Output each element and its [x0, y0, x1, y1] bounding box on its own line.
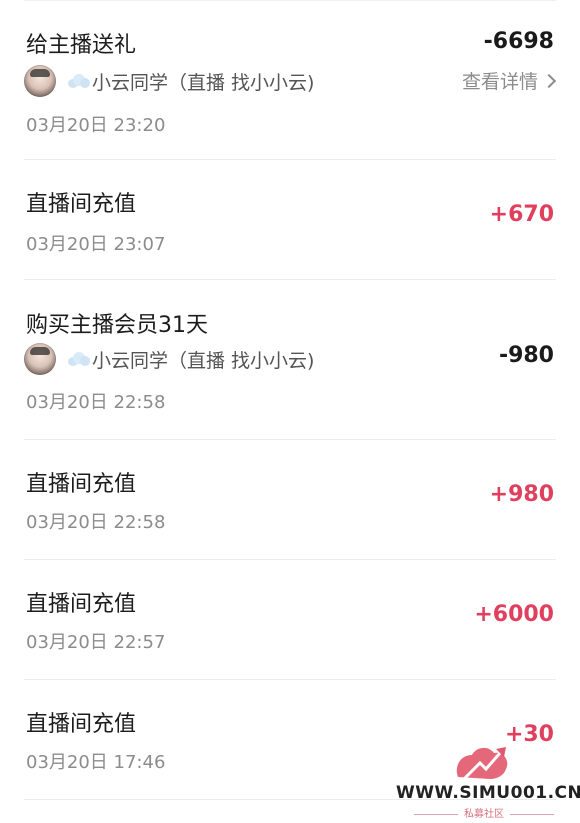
transaction-amount: +6000	[474, 602, 554, 627]
transaction-time: 03月20日 17:46	[26, 752, 166, 773]
chevron-right-icon	[541, 73, 557, 88]
view-details-label: 查看详情	[461, 71, 538, 93]
anchor-avatar	[24, 343, 56, 375]
transaction-title: 直播间充值	[26, 712, 137, 737]
view-details-link[interactable]: 查看详情	[461, 67, 557, 94]
transaction-row[interactable]: 给主播送礼 -6698 小云同学（直播 找小小云) 查看详情 03月20日 23…	[24, 0, 557, 160]
transaction-title: 给主播送礼	[26, 33, 137, 58]
watermark-subtitle: 私募社区	[396, 805, 572, 820]
transaction-list: 给主播送礼 -6698 小云同学（直播 找小小云) 查看详情 03月20日 23…	[0, 0, 580, 800]
transaction-row[interactable]: 购买主播会员31天 -980 小云同学（直播 找小小云) 03月20日 22:5…	[24, 280, 556, 440]
cloud-icon	[68, 352, 90, 366]
anchor-name: 小云同学（直播 找小小云)	[92, 349, 315, 372]
transaction-amount: -980	[498, 343, 554, 368]
transaction-title: 购买主播会员31天	[26, 313, 208, 338]
transaction-row[interactable]: 直播间充值 +6000 03月20日 22:57	[24, 560, 556, 680]
transaction-title: 直播间充值	[26, 192, 137, 217]
transaction-row[interactable]: 直播间充值 +670 03月20日 23:07	[24, 160, 556, 280]
transaction-amount: -6698	[483, 29, 554, 54]
anchor-info: 小云同学（直播 找小小云)	[24, 64, 314, 98]
transaction-amount: +670	[489, 202, 554, 227]
anchor-name: 小云同学（直播 找小小云)	[92, 71, 315, 94]
transaction-row[interactable]: 直播间充值 +980 03月20日 22:58	[24, 440, 556, 560]
anchor-avatar	[24, 65, 56, 97]
transaction-time: 03月20日 22:58	[26, 392, 166, 413]
transaction-time: 03月20日 23:20	[26, 115, 166, 136]
cloud-icon	[68, 74, 90, 88]
transaction-amount: +30	[504, 722, 554, 747]
transaction-time: 03月20日 22:57	[26, 632, 166, 653]
transaction-title: 直播间充值	[26, 592, 137, 617]
anchor-info: 小云同学（直播 找小小云)	[24, 342, 314, 376]
transaction-time: 03月20日 23:07	[26, 234, 166, 255]
transaction-time: 03月20日 22:58	[26, 512, 166, 533]
transaction-title: 直播间充值	[26, 472, 137, 497]
transaction-amount: +980	[489, 482, 554, 507]
transaction-row[interactable]: 直播间充值 +30 03月20日 17:46	[24, 680, 556, 800]
